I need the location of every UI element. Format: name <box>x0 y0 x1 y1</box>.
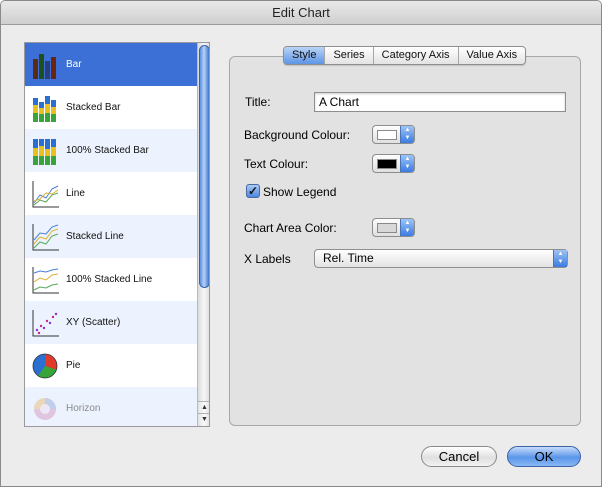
chart-type-line[interactable]: Line <box>25 172 197 215</box>
colour-swatch <box>377 223 397 233</box>
x-labels-selected-value: Rel. Time <box>323 251 374 265</box>
stepper-arrows-icon[interactable]: ▲ ▼ <box>400 219 414 236</box>
chart-type-label: Stacked Bar <box>66 102 121 113</box>
chart-type-xy-scatter[interactable]: XY (Scatter) <box>25 301 197 344</box>
chart-type-label: Horizon <box>66 403 101 414</box>
window-title: Edit Chart <box>1 1 601 25</box>
settings-tabs: Style Series Category Axis Value Axis <box>283 46 527 65</box>
stepper-arrows-icon[interactable]: ▲ ▼ <box>400 126 414 143</box>
chart-type-label: XY (Scatter) <box>66 317 121 328</box>
horizon-chart-icon <box>34 397 56 420</box>
popup-arrows-icon[interactable]: ▲ ▼ <box>553 250 567 267</box>
text-colour-well[interactable]: ▲ ▼ <box>372 154 415 173</box>
tab-value-axis[interactable]: Value Axis <box>457 47 526 64</box>
tab-series[interactable]: Series <box>324 47 372 64</box>
stepper-arrows-icon[interactable]: ▲ ▼ <box>400 155 414 172</box>
chart-type-label: 100% Stacked Line <box>66 274 153 285</box>
chart-type-label: Stacked Line <box>66 231 124 242</box>
chart-type-list[interactable]: Bar Stacked Bar 100% Stacked Bar Line St… <box>24 42 210 427</box>
tab-style[interactable]: Style <box>284 47 325 64</box>
bar-chart-icon <box>33 53 56 79</box>
chart-type-100-stacked-bar[interactable]: 100% Stacked Bar <box>25 129 197 172</box>
chart-type-label: Bar <box>66 59 82 70</box>
chart-type-bar[interactable]: Bar <box>25 43 197 86</box>
line-chart-icon <box>32 180 59 207</box>
colour-swatch <box>377 130 397 140</box>
ok-button[interactable]: OK <box>507 446 581 467</box>
chart-type-stacked-bar[interactable]: Stacked Bar <box>25 86 197 129</box>
chart-type-scrollbar[interactable]: ▲ ▼ <box>197 43 209 426</box>
scroll-down-arrow-icon[interactable]: ▼ <box>198 413 209 425</box>
colour-swatch <box>377 159 397 169</box>
chart-type-label: Line <box>66 188 85 199</box>
chart-area-color-well[interactable]: ▲ ▼ <box>372 218 415 237</box>
tab-category-axis[interactable]: Category Axis <box>372 47 458 64</box>
scatter-chart-icon <box>32 309 59 336</box>
stacked-line-chart-icon <box>32 223 59 250</box>
x-labels-label: X Labels <box>244 252 291 266</box>
text-colour-label: Text Colour: <box>244 157 309 171</box>
background-colour-well[interactable]: ▲ ▼ <box>372 125 415 144</box>
x-labels-select[interactable]: Rel. Time ▲ ▼ <box>314 249 568 268</box>
title-input[interactable]: A Chart <box>314 92 566 112</box>
chart-type-pie[interactable]: Pie <box>25 344 197 387</box>
chart-type-horizon[interactable]: Horizon <box>25 387 197 426</box>
pie-chart-icon <box>32 353 58 378</box>
edit-chart-window: Edit Chart Bar Stacked Bar 100% Stacked … <box>0 0 602 487</box>
scrollbar-thumb[interactable] <box>199 45 209 288</box>
chart-type-100-stacked-line[interactable]: 100% Stacked Line <box>25 258 197 301</box>
background-colour-label: Background Colour: <box>244 128 351 142</box>
percent-stacked-line-chart-icon <box>32 266 59 293</box>
title-label: Title: <box>245 95 271 109</box>
chart-type-stacked-line[interactable]: Stacked Line <box>25 215 197 258</box>
show-legend-label[interactable]: Show Legend <box>263 185 336 199</box>
show-legend-checkbox[interactable]: ✓ <box>246 184 260 198</box>
percent-stacked-bar-chart-icon <box>33 138 56 165</box>
scroll-up-arrow-icon[interactable]: ▲ <box>198 401 209 413</box>
chart-type-label: 100% Stacked Bar <box>66 145 149 156</box>
stacked-bar-chart-icon <box>33 95 56 122</box>
chart-type-label: Pie <box>66 360 81 371</box>
cancel-button[interactable]: Cancel <box>421 446 497 467</box>
chart-area-color-label: Chart Area Color: <box>244 221 337 235</box>
